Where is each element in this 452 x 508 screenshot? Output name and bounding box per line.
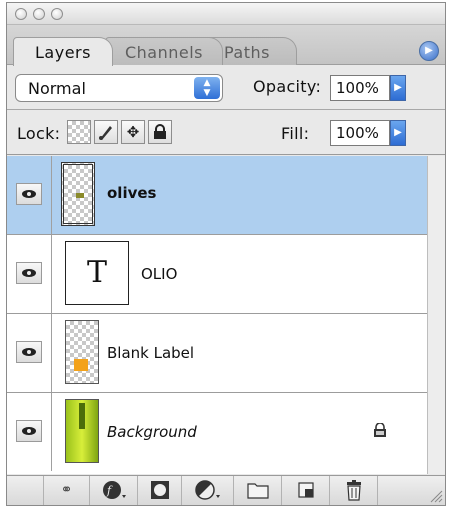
opacity-label: Opacity: (253, 77, 322, 96)
fill-field[interactable]: 100% (330, 120, 390, 146)
layers-panel: Paths Channels Layers ▶ Normal ▲ ▼ Opacit… (6, 2, 446, 506)
lock-position-icon[interactable]: ✥ (121, 120, 145, 144)
panel-menu-icon[interactable]: ▶ (419, 41, 439, 61)
new-layer-icon[interactable] (281, 476, 329, 505)
lock-transparency-icon[interactable] (67, 120, 91, 144)
visibility-toggle[interactable] (7, 393, 52, 471)
blend-mode-value: Normal (28, 79, 86, 98)
fill-slider-button[interactable]: ▶ (390, 120, 406, 146)
scrollbar[interactable] (427, 156, 445, 474)
bottle-neck-shape (79, 403, 85, 429)
layer-name: Blank Label (107, 344, 195, 362)
layer-thumbnail (61, 162, 95, 226)
title-bar (7, 3, 445, 25)
layer-thumbnail (65, 399, 99, 463)
layer-name: olives (107, 184, 157, 202)
eye-icon (22, 269, 36, 277)
adjustment-layer-icon[interactable] (181, 476, 233, 505)
minimize-button[interactable] (33, 8, 45, 20)
layer-olives[interactable]: olives (7, 156, 427, 235)
layer-mask-icon[interactable] (137, 476, 181, 505)
updown-arrows-icon: ▲ ▼ (194, 77, 220, 99)
link-layers-icon[interactable]: ⚭ (43, 476, 89, 505)
fill-label: Fill: (281, 124, 310, 143)
lock-icon (374, 423, 386, 437)
zoom-button[interactable] (51, 8, 63, 20)
text-layer-icon: T (65, 241, 129, 305)
blend-row: Normal ▲ ▼ Opacity: 100% ▶ (7, 66, 445, 110)
blend-mode-select[interactable]: Normal ▲ ▼ (15, 74, 223, 102)
layer-name: OLIO (141, 265, 178, 283)
opacity-slider-button[interactable]: ▶ (390, 75, 406, 101)
layer-name: Background (107, 423, 197, 441)
layers-list: olives T OLIO Blank Label Background (7, 156, 427, 474)
layer-olio[interactable]: T OLIO (7, 235, 427, 314)
eye-icon (22, 427, 36, 435)
resize-area (377, 476, 445, 505)
visibility-toggle[interactable] (7, 314, 52, 392)
tab-channels[interactable]: Channels (105, 37, 223, 65)
visibility-toggle[interactable] (7, 235, 52, 313)
opacity-field[interactable]: 100% (330, 75, 390, 101)
lock-all-icon[interactable] (148, 120, 172, 144)
new-group-icon[interactable] (233, 476, 281, 505)
layer-blank-label[interactable]: Blank Label (7, 314, 427, 393)
lock-row: Lock: ✥ Fill: 100% ▶ (7, 111, 445, 155)
lock-image-pixels-icon[interactable] (94, 120, 118, 144)
bottom-toolbar: ⚭ f (7, 475, 445, 505)
tab-layers[interactable]: Layers (13, 37, 113, 66)
olive-shape (76, 193, 84, 198)
eye-icon (22, 190, 36, 198)
close-button[interactable] (15, 8, 27, 20)
visibility-toggle[interactable] (7, 156, 52, 234)
layer-background[interactable]: Background (7, 393, 427, 473)
resize-grip-icon[interactable] (429, 489, 443, 503)
tab-strip: Paths Channels Layers ▶ (7, 25, 445, 66)
eye-icon (22, 348, 36, 356)
layer-thumbnail (65, 320, 99, 384)
delete-layer-icon[interactable] (329, 476, 377, 505)
lock-label: Lock: (17, 124, 61, 143)
layer-style-icon[interactable]: f (89, 476, 137, 505)
label-shape (74, 359, 88, 371)
